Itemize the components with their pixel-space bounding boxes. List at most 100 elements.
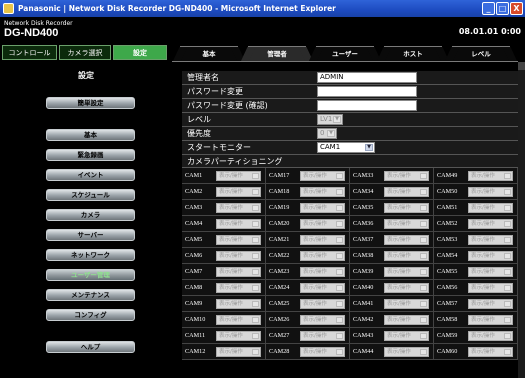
camera-cell: CAM9 表示/操作 — [182, 296, 266, 312]
chevron-down-icon — [504, 237, 511, 243]
camera-name: CAM1 — [185, 172, 203, 179]
scroll-up-arrow-icon[interactable] — [518, 62, 525, 70]
sidebar-item-config[interactable]: コンフィグ — [46, 309, 135, 321]
camera-permission-select: 表示/操作 — [216, 267, 261, 277]
camera-name: CAM3 — [185, 204, 203, 211]
camera-permission-select: 表示/操作 — [384, 187, 429, 197]
top-tab-bar: コントロール カメラ選択 設定 — [0, 45, 168, 62]
camera-permission-select: 表示/操作 — [216, 203, 261, 213]
camera-cell: CAM10 表示/操作 — [182, 312, 266, 328]
camera-name: CAM42 — [353, 316, 374, 323]
camera-name: CAM39 — [353, 268, 374, 275]
camera-name: CAM37 — [353, 236, 374, 243]
camera-permission-value: 表示/操作 — [387, 333, 411, 339]
level-select-value: LV1 — [320, 115, 333, 123]
start-monitor-select[interactable]: CAM1 ▼ — [317, 142, 375, 153]
camera-permission-select: 表示/操作 — [216, 219, 261, 229]
sidebar-item-server[interactable]: サーバー — [46, 229, 135, 241]
camera-cell: CAM58 表示/操作 — [434, 312, 518, 328]
camera-permission-value: 表示/操作 — [303, 237, 327, 243]
chevron-down-icon — [336, 317, 343, 323]
sidebar-item-user-management[interactable]: ユーザー管理 — [46, 269, 135, 281]
level-select: LV1 ▼ — [317, 114, 343, 125]
camera-permission-select: 表示/操作 — [300, 171, 345, 181]
tab-settings[interactable]: 設定 — [113, 45, 167, 60]
sidebar-item-emergency-record[interactable]: 緊急録画 — [46, 149, 135, 161]
chevron-down-icon: ▼ — [365, 144, 373, 151]
minimize-button[interactable]: _ — [482, 2, 495, 15]
camera-permission-value: 表示/操作 — [471, 205, 495, 211]
camera-permission-value: 表示/操作 — [471, 349, 495, 355]
admin-name-input[interactable]: ADMIN — [317, 72, 417, 83]
camera-permission-value: 表示/操作 — [387, 205, 411, 211]
camera-permission-select: 表示/操作 — [216, 283, 261, 293]
camera-name: CAM26 — [269, 316, 290, 323]
tab-user[interactable]: ユーザー — [316, 46, 374, 61]
camera-permission-value: 表示/操作 — [303, 269, 327, 275]
tab-host[interactable]: ホスト — [384, 46, 442, 61]
camera-permission-value: 表示/操作 — [471, 173, 495, 179]
start-monitor-value: CAM1 — [320, 143, 341, 151]
camera-permission-select: 表示/操作 — [384, 235, 429, 245]
sidebar-item-network[interactable]: ネットワーク — [46, 249, 135, 261]
tab-administrator[interactable]: 管理者 — [248, 46, 306, 61]
camera-permission-value: 表示/操作 — [303, 173, 327, 179]
camera-permission-value: 表示/操作 — [471, 317, 495, 323]
close-button[interactable]: X — [510, 2, 523, 15]
camera-cell: CAM5 表示/操作 — [182, 232, 266, 248]
camera-permission-select: 表示/操作 — [216, 235, 261, 245]
sidebar-item-event[interactable]: イベント — [46, 169, 135, 181]
camera-name: CAM7 — [185, 268, 203, 275]
camera-permission-select: 表示/操作 — [216, 171, 261, 181]
camera-name: CAM50 — [437, 188, 458, 195]
password-confirm-label: パスワード変更 (確認) — [187, 101, 268, 110]
password-input[interactable] — [317, 86, 417, 97]
sidebar-item-maintenance[interactable]: メンテナンス — [46, 289, 135, 301]
password-confirm-input[interactable] — [317, 100, 417, 111]
sidebar-item-camera[interactable]: カメラ — [46, 209, 135, 221]
sidebar-item-schedule[interactable]: スケジュール — [46, 189, 135, 201]
camera-permission-select: 表示/操作 — [468, 283, 513, 293]
camera-cell: CAM40 表示/操作 — [350, 280, 434, 296]
camera-cell: CAM41 表示/操作 — [350, 296, 434, 312]
chevron-down-icon — [504, 333, 511, 339]
sidebar-item-help[interactable]: ヘルプ — [46, 341, 135, 353]
tab-level[interactable]: レベル — [452, 46, 510, 61]
chevron-down-icon — [420, 301, 427, 307]
camera-permission-select: 表示/操作 — [216, 347, 261, 357]
camera-permission-value: 表示/操作 — [387, 173, 411, 179]
camera-permission-select: 表示/操作 — [384, 171, 429, 181]
chevron-down-icon: ▼ — [327, 130, 335, 137]
chevron-down-icon — [252, 301, 259, 307]
camera-permission-select: 表示/操作 — [216, 299, 261, 309]
chevron-down-icon — [420, 317, 427, 323]
chevron-down-icon — [252, 173, 259, 179]
camera-name: CAM56 — [437, 284, 458, 291]
tab-camera-select[interactable]: カメラ選択 — [59, 45, 111, 60]
chevron-down-icon — [252, 349, 259, 355]
chevron-down-icon — [336, 173, 343, 179]
camera-cell: CAM25 表示/操作 — [266, 296, 350, 312]
camera-permission-value: 表示/操作 — [219, 205, 243, 211]
camera-name: CAM21 — [269, 236, 290, 243]
browser-icon — [3, 3, 14, 14]
chevron-down-icon — [504, 269, 511, 275]
camera-permission-value: 表示/操作 — [471, 221, 495, 227]
camera-permission-value: 表示/操作 — [303, 317, 327, 323]
camera-permission-select: 表示/操作 — [300, 219, 345, 229]
camera-permission-select: 表示/操作 — [300, 235, 345, 245]
camera-cell: CAM21 表示/操作 — [266, 232, 350, 248]
camera-permission-select: 表示/操作 — [216, 331, 261, 341]
tab-basic[interactable]: 基本 — [180, 46, 238, 61]
camera-cell: CAM19 表示/操作 — [266, 200, 350, 216]
camera-name: CAM53 — [437, 236, 458, 243]
tab-control[interactable]: コントロール — [2, 45, 57, 60]
sidebar-item-basic[interactable]: 基本 — [46, 129, 135, 141]
camera-cell: CAM20 表示/操作 — [266, 216, 350, 232]
vertical-scrollbar[interactable] — [518, 62, 525, 378]
maximize-button[interactable]: □ — [496, 2, 509, 15]
chevron-down-icon — [336, 189, 343, 195]
camera-permission-select: 表示/操作 — [384, 315, 429, 325]
camera-cell: CAM12 表示/操作 — [182, 344, 266, 360]
sidebar-item-easy-setup[interactable]: 簡単設定 — [46, 97, 135, 109]
